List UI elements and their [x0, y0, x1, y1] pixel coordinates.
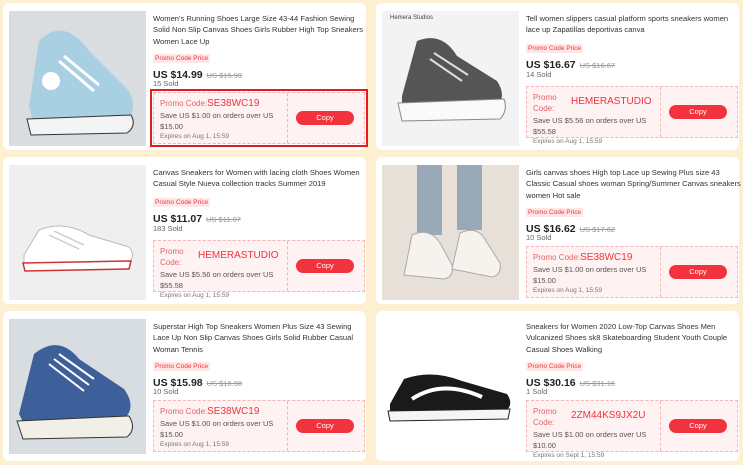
promo-code-price-tag: Promo Code Price	[526, 362, 584, 371]
coupon-box: Promo Code: HEMERASTUDIO Save US $5.56 on…	[153, 240, 365, 299]
white-high-top-sneakers-worn-icon	[382, 165, 519, 300]
original-price: US $16.98	[206, 379, 243, 388]
product-image[interactable]	[382, 165, 519, 300]
product-card[interactable]: Girls canvas shoes High top Lace up Sewi…	[376, 157, 741, 304]
promo-code-price-tag: Promo Code Price	[153, 54, 211, 63]
product-title[interactable]: Girls canvas shoes High top Lace up Sewi…	[526, 167, 741, 201]
coupon-box: Promo Code:SE38WC19 Save US $1.00 on ord…	[153, 400, 365, 452]
coupon-expiry: Expires on Sept 1, 15:59	[533, 452, 605, 459]
promo-code-label: Promo Code:	[160, 407, 208, 416]
copy-code-button[interactable]: Copy	[296, 259, 354, 273]
promo-code-line: Promo Code: 2ZM44KS9JX2U	[533, 406, 661, 428]
coupon-divider	[287, 241, 288, 291]
coupon-divider	[287, 93, 288, 143]
product-image[interactable]	[9, 165, 146, 300]
coupon-offer: Save US $1.00 on orders over US $15.00	[160, 419, 274, 439]
product-image[interactable]	[9, 319, 146, 454]
promo-code: SE38WC19	[207, 98, 260, 109]
promo-code-label: Promo Code:	[160, 247, 184, 267]
promo-code-line: Promo Code: HEMERASTUDIO	[533, 92, 661, 114]
promo-code-label: Promo Code:	[533, 93, 557, 113]
coupon-expiry: Expires on Aug 1, 15:59	[533, 287, 603, 294]
coupon-details: Promo Code: 2ZM44KS9JX2U Save US $1.00 on…	[533, 406, 661, 459]
promo-code: 2ZM44KS9JX2U	[571, 410, 646, 421]
blue-high-top-sneaker-icon	[9, 319, 146, 454]
original-price: US $16.67	[579, 61, 616, 70]
white-low-top-sneaker-icon	[9, 165, 146, 300]
promo-code-price-tag: Promo Code Price	[526, 208, 584, 217]
copy-code-button[interactable]: Copy	[296, 419, 354, 433]
coupon-offer: Save US $1.00 on orders over US $10.00	[533, 430, 647, 450]
coupon-details: Promo Code:SE38WC19 Save US $1.00 on ord…	[160, 98, 288, 140]
promo-code-price-tag: Promo Code Price	[153, 198, 211, 207]
original-price: US $31.16	[579, 379, 616, 388]
promo-code-price-tag: Promo Code Price	[153, 362, 211, 371]
product-title[interactable]: Tell women slippers casual platform spor…	[526, 13, 741, 36]
sold-count: 10 Sold	[153, 387, 179, 396]
coupon-offer: Save US $5.56 on orders over US $55.58	[160, 270, 274, 290]
sold-count: 1 Sold	[526, 387, 548, 396]
product-image[interactable]: Hemera Studios	[382, 11, 519, 146]
coupon-offer: Save US $1.00 on orders over US $15.00	[533, 265, 647, 285]
promo-code-label: Promo Code:	[160, 99, 208, 108]
product-title[interactable]: Canvas Sneakers for Women with lacing cl…	[153, 167, 368, 190]
product-title[interactable]: Sneakers for Women 2020 Low-Top Canvas S…	[526, 321, 741, 355]
copy-code-button[interactable]: Copy	[669, 105, 727, 119]
coupon-divider	[287, 401, 288, 451]
coupon-divider	[660, 87, 661, 137]
coupon-details: Promo Code:SE38WC19 Save US $1.00 on ord…	[160, 406, 288, 448]
sold-count: 14 Sold	[526, 70, 552, 79]
product-card[interactable]: Canvas Sneakers for Women with lacing cl…	[3, 157, 366, 304]
coupon-box: Promo Code:SE38WC19 Save US $1.00 on ord…	[526, 246, 738, 298]
coupon-details: Promo Code:SE38WC19 Save US $1.00 on ord…	[533, 252, 661, 294]
black-white-skate-sneaker-icon	[382, 319, 519, 454]
coupon-expiry: Expires on Aug 1, 15:59	[533, 138, 603, 145]
copy-code-button[interactable]: Copy	[296, 111, 354, 125]
product-image[interactable]	[9, 11, 146, 146]
coupon-expiry: Expires on Aug 1, 15:59	[160, 133, 230, 140]
coupon-divider	[660, 247, 661, 297]
product-card[interactable]: Superstar High Top Sneakers Women Plus S…	[3, 311, 366, 461]
promo-code-label: Promo Code:	[533, 407, 557, 427]
original-price: US $15.99	[206, 71, 243, 80]
product-title[interactable]: Superstar High Top Sneakers Women Plus S…	[153, 321, 368, 355]
product-card[interactable]: Sneakers for Women 2020 Low-Top Canvas S…	[376, 311, 739, 461]
coupon-divider	[660, 401, 661, 451]
coupon-offer: Save US $5.56 on orders over US $55.58	[533, 116, 647, 136]
promo-code: HEMERASTUDIO	[571, 96, 652, 107]
coupon-box: Promo Code: HEMERASTUDIO Save US $5.56 on…	[526, 86, 738, 145]
promo-code-line: Promo Code:SE38WC19	[160, 98, 288, 109]
coupon-box: Promo Code:SE38WC19 Save US $1.00 on ord…	[150, 89, 368, 147]
promo-code-price-tag: Promo Code Price	[526, 44, 584, 53]
coupon-expiry: Expires on Aug 1, 15:59	[160, 292, 230, 299]
promo-code-line: Promo Code:SE38WC19	[533, 252, 661, 263]
coupon-offer: Save US $1.00 on orders over US $15.00	[160, 111, 274, 131]
copy-code-button[interactable]: Copy	[669, 265, 727, 279]
black-platform-high-top-sneaker-icon	[382, 11, 519, 146]
copy-code-button[interactable]: Copy	[669, 419, 727, 433]
promo-code: HEMERASTUDIO	[198, 250, 279, 261]
coupon-expiry: Expires on Aug 1, 15:59	[160, 441, 230, 448]
promo-code-line: Promo Code:SE38WC19	[160, 406, 288, 417]
coupon-details: Promo Code: HEMERASTUDIO Save US $5.56 on…	[160, 246, 288, 299]
product-card[interactable]: Hemera Studios Tell women slippers casua…	[376, 3, 739, 150]
light-blue-high-top-sneaker-icon	[9, 11, 146, 146]
promo-code: SE38WC19	[580, 252, 633, 263]
sold-count: 15 Sold	[153, 79, 179, 88]
sold-count: 10 Sold	[526, 233, 552, 242]
promo-code-line: Promo Code: HEMERASTUDIO	[160, 246, 288, 268]
coupon-box: Promo Code: 2ZM44KS9JX2U Save US $1.00 on…	[526, 400, 738, 459]
coupon-details: Promo Code: HEMERASTUDIO Save US $5.56 on…	[533, 92, 661, 145]
product-title[interactable]: Women's Running Shoes Large Size 43-44 F…	[153, 13, 368, 47]
original-price: US $17.62	[579, 225, 616, 234]
original-price: US $11.07	[206, 215, 241, 224]
promo-code-label: Promo Code:	[533, 253, 581, 262]
promo-code: SE38WC19	[207, 406, 260, 417]
sold-count: 183 Sold	[153, 224, 183, 233]
brand-watermark: Hemera Studios	[390, 15, 434, 21]
product-card[interactable]: Women's Running Shoes Large Size 43-44 F…	[3, 3, 368, 150]
product-image[interactable]	[382, 319, 519, 454]
